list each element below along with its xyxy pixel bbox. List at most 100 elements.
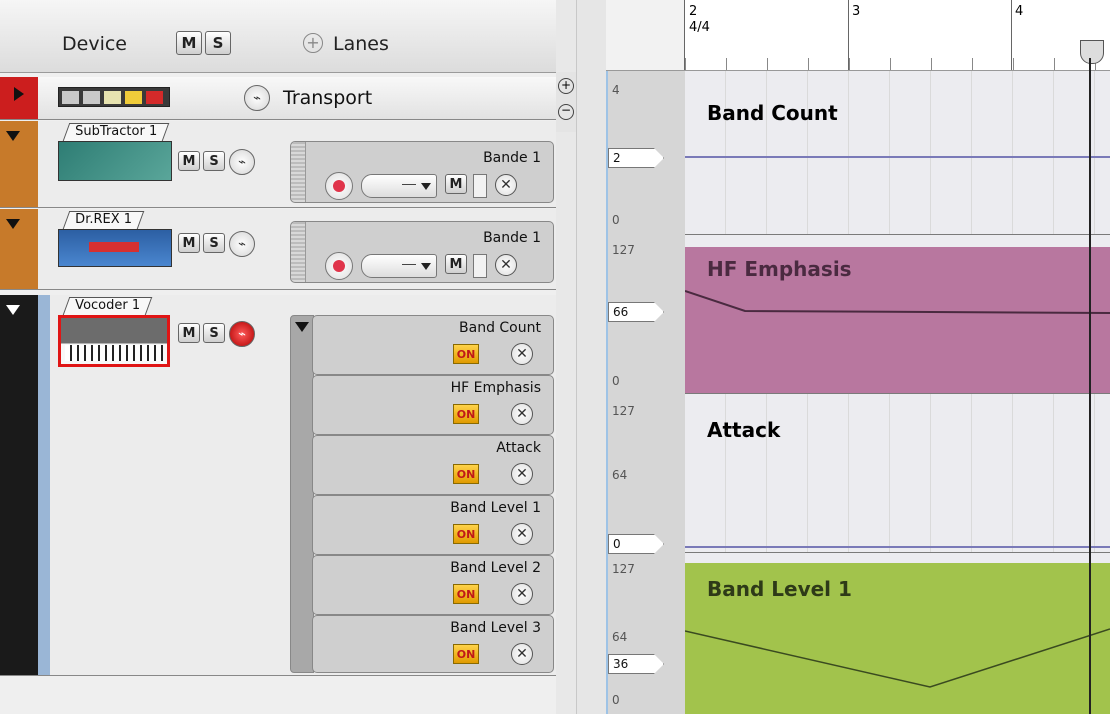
track-color-strip [0,121,38,207]
lane-select-dropdown[interactable] [361,174,437,198]
on-button[interactable]: ON [453,524,479,544]
solo-button[interactable]: S [203,151,225,171]
on-button[interactable]: ON [453,644,479,664]
automation-curve[interactable] [685,285,1110,315]
track-subtractor[interactable]: SubTractor 1 M S ⌁ Bande 1 M ✕ [0,121,556,208]
lane-grip-handle[interactable] [291,222,306,282]
automation-curve[interactable] [685,623,1110,693]
automation-active-icon[interactable]: ⌁ [229,321,255,347]
lane-label: Bande 1 [483,230,541,246]
solo-button[interactable]: S [203,233,225,253]
track-drrex[interactable]: Dr.REX 1 M S ⌁ Bande 1 M ✕ [0,209,556,290]
zoom-out-icon[interactable]: − [558,104,574,120]
on-button[interactable]: ON [453,464,479,484]
automation-icon[interactable]: ⌁ [244,85,270,111]
lane-select-dropdown[interactable] [361,254,437,278]
collapse-triangle-icon[interactable] [6,305,20,315]
lane-mute-button[interactable]: M [445,174,467,194]
header-mute-button[interactable]: M [176,31,202,55]
lane-value-flag[interactable]: 2 [608,148,664,168]
lanes-label[interactable]: Lanes [333,33,389,55]
close-lane-icon[interactable]: ✕ [511,583,533,605]
track-color-strip [0,295,50,675]
plus-circle-icon[interactable]: + [303,33,323,53]
on-button[interactable]: ON [453,404,479,424]
lane-min-value: 0 [612,693,620,707]
track-transport[interactable]: ⌁ Transport [0,77,556,120]
collapse-triangle-icon[interactable] [295,322,309,332]
collapse-triangle-icon[interactable] [6,131,20,141]
param-lane-band-count: Band Count ON ✕ [312,315,554,375]
header-solo-button[interactable]: S [205,31,231,55]
param-lane-band-level-1: Band Level 1 ON ✕ [312,495,554,555]
lane-label: Bande 1 [483,150,541,166]
param-label: Band Count [459,320,541,336]
mute-button[interactable]: M [178,151,200,171]
collapse-triangle-icon[interactable] [6,219,20,229]
automation-lane-box: Bande 1 M ✕ [290,221,554,283]
track-name: Dr.REX 1 [75,212,133,227]
lane-mid-value: 64 [612,630,628,644]
on-button[interactable]: ON [453,584,479,604]
close-lane-icon[interactable]: ✕ [495,254,517,276]
expand-triangle-icon[interactable] [14,87,24,101]
lane-max-value: 127 [612,404,635,418]
lane-title: Band Count [707,101,838,125]
param-lane-band-level-3: Band Level 3 ON ✕ [312,615,554,673]
lane-value-flag[interactable]: 0 [608,534,664,554]
record-button[interactable] [325,172,353,200]
close-lane-icon[interactable]: ✕ [511,343,533,365]
on-button[interactable]: ON [453,344,479,364]
panel-divider[interactable] [576,0,607,714]
lane-max-value: 4 [612,83,620,97]
lane-value-flag[interactable]: 36 [608,654,664,674]
track-name-tab[interactable]: Dr.REX 1 [62,211,145,229]
lane-value-flag[interactable]: 66 [608,302,664,322]
close-lane-icon[interactable]: ✕ [511,403,533,425]
vocoder-device-image [58,315,170,367]
param-lane-hf-emphasis: HF Emphasis ON ✕ [312,375,554,435]
transport-device-image [58,87,170,107]
param-label: HF Emphasis [450,380,541,396]
automation-lane-box: Bande 1 M ✕ [290,141,554,203]
ruler-area: 2 4/4 3 4 [606,0,1110,71]
timeline-ruler[interactable]: 2 4/4 3 4 [684,0,1110,70]
lane-level-indicator [473,254,487,278]
close-lane-icon[interactable]: ✕ [511,523,533,545]
lane-grip-handle[interactable] [291,142,306,202]
drrex-device-image [58,229,172,267]
lane-title: Band Level 1 [707,577,852,601]
track-name-tab[interactable]: Vocoder 1 [62,297,153,315]
song-position-marker[interactable] [1080,40,1104,64]
automation-lane[interactable]: Attack [685,394,1110,553]
zoom-in-icon[interactable]: + [558,78,574,94]
automation-icon[interactable]: ⌁ [229,231,255,257]
track-color-strip [0,77,38,119]
lane-mid-value: 64 [612,468,628,482]
param-lane-attack: Attack ON ✕ [312,435,554,495]
close-lane-icon[interactable]: ✕ [495,174,517,196]
playhead-line[interactable] [1089,58,1091,714]
automation-lane[interactable]: Band Count [685,71,1110,235]
lane-mute-button[interactable]: M [445,254,467,274]
automation-icon[interactable]: ⌁ [229,149,255,175]
track-name-tab[interactable]: SubTractor 1 [62,123,170,141]
zoom-controls: + − [556,72,576,132]
close-lane-icon[interactable]: ✕ [511,643,533,665]
time-signature: 4/4 [689,20,710,35]
subtractor-device-image [58,141,172,181]
automation-lane[interactable]: Band Level 1 [685,553,1110,714]
lane-level-indicator [473,174,487,198]
mute-button[interactable]: M [178,323,200,343]
close-lane-icon[interactable]: ✕ [511,463,533,485]
automation-curve[interactable] [685,156,1110,158]
automation-curve[interactable] [685,546,1110,548]
record-button[interactable] [325,252,353,280]
bar-number: 4 [1015,4,1024,19]
solo-button[interactable]: S [203,323,225,343]
track-vocoder[interactable]: Vocoder 1 M S ⌁ Band Count ON ✕ HF Empha… [0,295,556,676]
mute-button[interactable]: M [178,233,200,253]
device-label: Device [62,33,127,55]
automation-lane[interactable]: HF Emphasis [685,235,1110,394]
lane-title: Attack [707,418,781,442]
